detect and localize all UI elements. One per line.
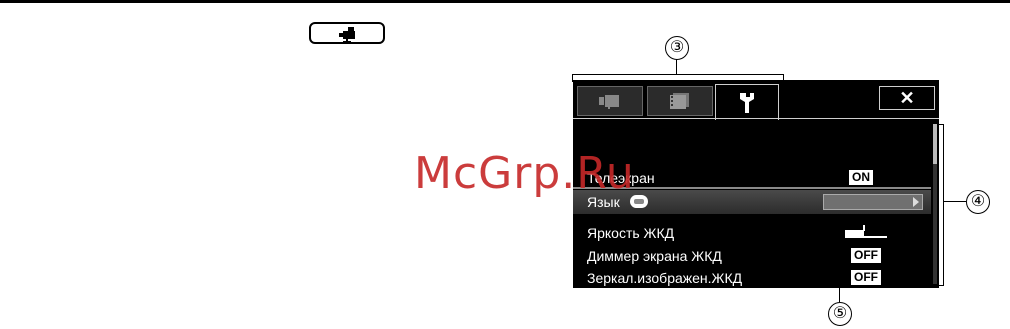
wrench-icon xyxy=(740,92,754,113)
brightness-track xyxy=(845,236,887,238)
arrow-right-icon xyxy=(913,197,919,207)
callout-scrollbar-bracket xyxy=(943,124,944,286)
status-badge: ON xyxy=(849,170,873,185)
scroll-thumb[interactable] xyxy=(933,124,937,164)
callout-scrollbar: ④ xyxy=(966,190,990,214)
menu-item-lcd-brightness[interactable]: Яркость ЖКД xyxy=(573,221,931,245)
camera-mode-button[interactable] xyxy=(309,22,385,44)
callout-tabs-bracket xyxy=(572,74,784,75)
callout-tabs: ③ xyxy=(665,36,689,60)
menu-item-label: Яркость ЖКД xyxy=(587,225,675,241)
menu-item-lcd-dimmer[interactable]: Диммер экрана ЖКД OFF xyxy=(573,244,931,268)
close-button[interactable]: ✕ xyxy=(879,86,935,110)
menu-item-label: Диммер экрана ЖКД xyxy=(587,248,722,264)
menu-item-label: Зеркал.изображен.ЖКД xyxy=(587,270,743,286)
tab-baseline xyxy=(573,118,939,119)
callout-scrollbar-leader xyxy=(944,201,966,202)
callout-value: ⑤ xyxy=(828,302,852,326)
tab-playback[interactable] xyxy=(647,86,713,116)
tab-setup[interactable] xyxy=(715,84,779,120)
tab-movie-camera[interactable] xyxy=(577,86,643,116)
scrollbar[interactable] xyxy=(933,124,937,284)
language-value-box[interactable] xyxy=(823,194,923,210)
brightness-tick xyxy=(863,225,865,231)
status-badge: OFF xyxy=(851,270,881,285)
callout-tabs-leader xyxy=(676,59,677,74)
brightness-level-bar xyxy=(845,225,887,238)
movie-camera-icon xyxy=(599,95,619,109)
watermark: McGrp.Ru xyxy=(414,148,635,199)
menu-item-lcd-mirror[interactable]: Зеркал.изображен.ЖКД OFF xyxy=(573,266,931,288)
camera-mode-icon xyxy=(339,27,355,42)
film-playback-icon xyxy=(670,93,689,109)
top-rule xyxy=(0,0,1010,3)
status-badge: OFF xyxy=(851,248,881,263)
